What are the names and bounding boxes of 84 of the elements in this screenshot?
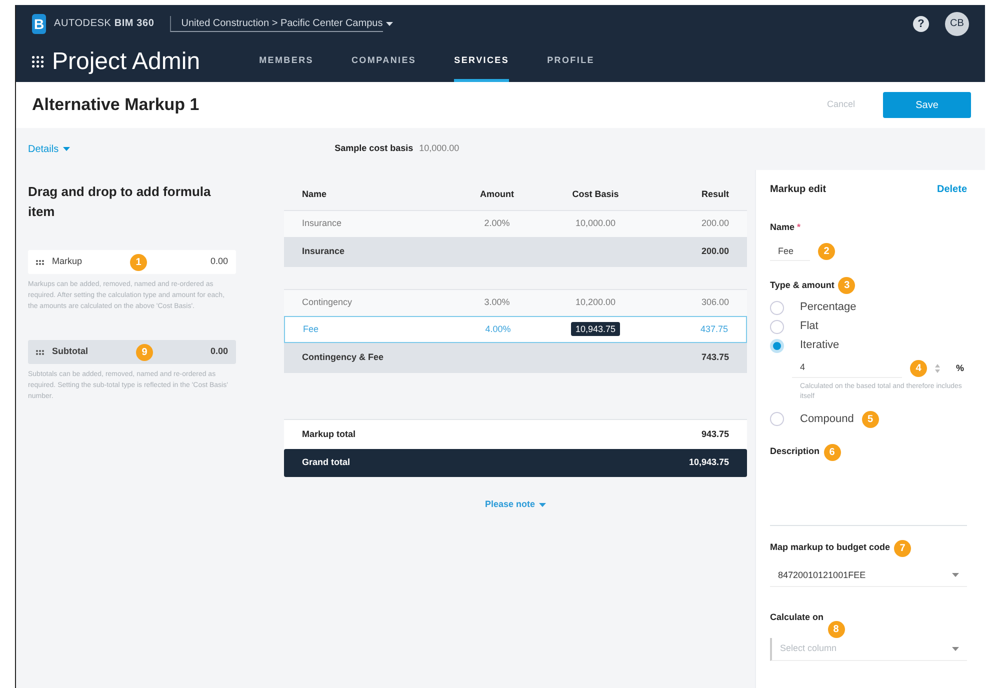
field-label: Type & amount	[770, 278, 834, 292]
table-cell: 10,943.75	[571, 322, 620, 336]
compound-checkbox[interactable]	[770, 412, 784, 426]
table-cell-text: Contingency	[302, 296, 354, 310]
option-label: Iterative	[800, 338, 840, 354]
item-value: 0.00	[210, 255, 228, 268]
column-header: Amount	[479, 188, 515, 202]
help-icon[interactable]: ?	[913, 16, 929, 32]
table-row[interactable]: Contingency 3.00% 10,200.00 306.00	[284, 289, 747, 316]
stepper-icon[interactable]	[935, 364, 940, 373]
number-badge: 6	[824, 444, 841, 460]
subtotal-item[interactable]: Subtotal 9 0.00	[28, 340, 236, 364]
item-label: Subtotal	[52, 345, 88, 358]
table-cell: 10,000.00	[575, 218, 616, 228]
table-cell-text: 2.00%	[483, 217, 511, 230]
number-badge: 9	[136, 344, 153, 360]
subtotal-row[interactable]: Insurance 200.00	[284, 237, 747, 267]
table-cell-text: Contingency & Fee	[302, 351, 385, 364]
subtotal-row[interactable]: Contingency & Fee 743.75	[284, 343, 747, 373]
field-label: Map markup to budget code	[770, 541, 890, 554]
number-badge: 2	[818, 243, 835, 260]
table-cell: 10,200.00	[575, 297, 616, 308]
number-badge: 5	[862, 410, 879, 428]
caret-icon	[952, 573, 959, 578]
table-cell-text: Grand total	[302, 456, 352, 470]
page-title: Alternative Markup 1	[32, 94, 200, 116]
logo-icon: B	[32, 14, 46, 34]
table-row[interactable]: Fee 4.00% 10,943.75 437.75	[284, 316, 747, 343]
table-cell-text: 743.75	[700, 351, 729, 364]
caret-icon	[539, 502, 546, 507]
column-header: Result	[700, 188, 729, 202]
caret-icon	[62, 147, 70, 151]
nav-tab[interactable]: MEMBERS	[259, 42, 314, 82]
sample-cost-label: Sample cost basis	[334, 142, 414, 156]
number-badge: 8	[828, 621, 845, 638]
table-row[interactable]: Insurance 2.00% 10,000.00 200.00	[284, 210, 747, 237]
radio-button[interactable]	[770, 300, 784, 314]
option-label: Percentage	[800, 300, 856, 316]
app-title: Project Admin	[52, 47, 200, 77]
panel-title: Drag and drop to add formula item	[28, 183, 212, 221]
field-label: Name *	[770, 221, 802, 234]
table-cell-text: Fee	[303, 322, 320, 336]
item-value: 0.00	[210, 345, 228, 358]
table-cell-text: 3.00%	[483, 296, 511, 310]
table-cell-text: 437.75	[699, 322, 728, 336]
column-header: Cost Basis	[571, 188, 620, 202]
table-cell-text: 10,943.75	[688, 456, 729, 470]
field-label: Calculate on	[770, 611, 824, 624]
table-cell-text: 200.00	[700, 217, 729, 230]
caret-icon[interactable]	[386, 22, 393, 26]
table-cell-text: 306.00	[700, 296, 729, 310]
nav-tab[interactable]: PROFILE	[547, 42, 594, 82]
option-label: Flat	[800, 319, 818, 334]
breadcrumb-link[interactable]: United Construction > Pacific Center Campus	[170, 16, 383, 32]
number-badge: 3	[838, 277, 856, 294]
drag-handle-icon[interactable]	[36, 350, 44, 354]
radio-button[interactable]	[770, 320, 784, 334]
table-cell-text: Insurance	[302, 245, 346, 258]
brand-name: AUTODESK BIM 360	[54, 17, 154, 31]
number-badge: 1	[130, 254, 148, 270]
table-cell-text: Insurance	[302, 217, 343, 230]
column-header: Name	[302, 188, 328, 202]
radio-button[interactable]	[770, 338, 784, 352]
caret-icon	[952, 646, 959, 651]
grid-menu-icon[interactable]	[32, 56, 44, 68]
budget-code-select[interactable]: 84720010121001FEE	[770, 564, 967, 587]
number-badge: 7	[894, 540, 912, 556]
name-field[interactable]: Fee	[770, 242, 810, 261]
table-cell-text: 4.00%	[484, 322, 512, 336]
avatar[interactable]: CB	[945, 12, 969, 36]
option-label: Compound	[800, 412, 854, 427]
panel-title: Markup edit	[770, 183, 826, 197]
nav-tab[interactable]: COMPANIES	[351, 42, 416, 82]
amount-field[interactable]: 4	[792, 359, 902, 378]
unit-label: %	[956, 362, 964, 374]
field-label: Description	[770, 445, 820, 458]
table-cell-text: 200.00	[700, 245, 729, 258]
table-cell-text: 943.75	[700, 428, 729, 441]
sample-cost-value: 10,000.00	[419, 142, 460, 156]
markup-item[interactable]: Markup 1 0.00	[28, 250, 236, 274]
drag-handle-icon[interactable]	[36, 260, 44, 264]
item-label: Markup	[52, 255, 82, 268]
number-badge: 4	[910, 360, 927, 377]
table-cell-text: Markup total	[302, 428, 357, 441]
